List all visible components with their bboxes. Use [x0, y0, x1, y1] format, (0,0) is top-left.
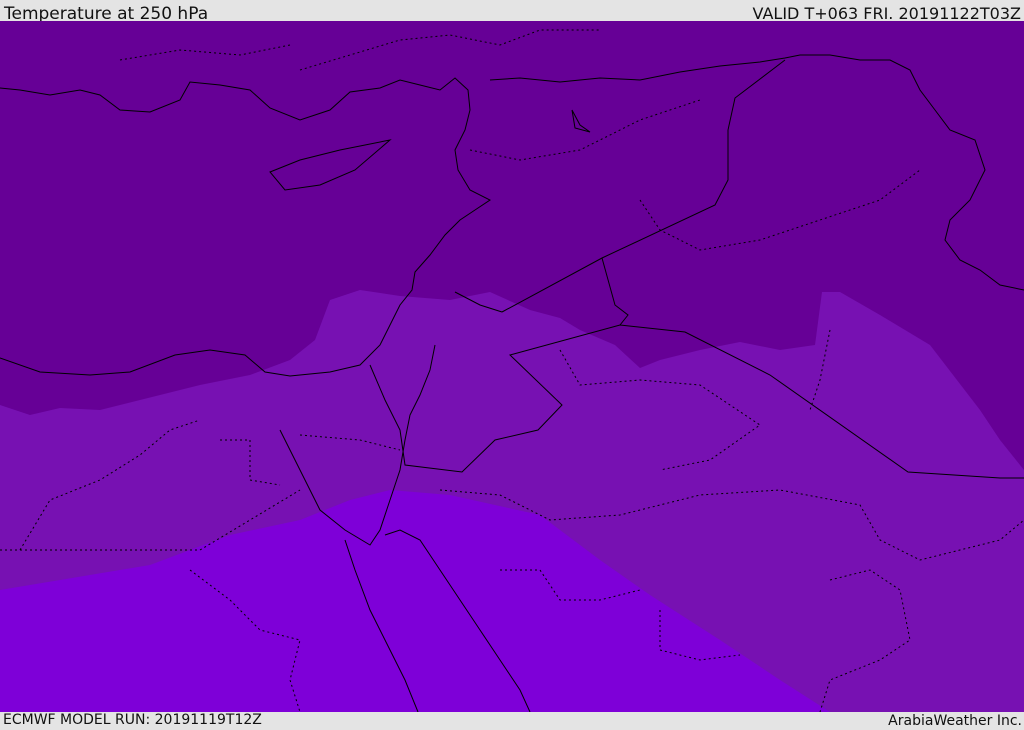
temperature-map [0, 21, 1024, 712]
credit: ArabiaWeather Inc. [888, 713, 1022, 729]
header-bar: Temperature at 250 hPa VALID T+063 FRI. … [0, 0, 1024, 24]
model-run: ECMWF MODEL RUN: 20191119T12Z [3, 712, 262, 728]
footer-bar: ECMWF MODEL RUN: 20191119T12Z ArabiaWeat… [0, 712, 1024, 729]
